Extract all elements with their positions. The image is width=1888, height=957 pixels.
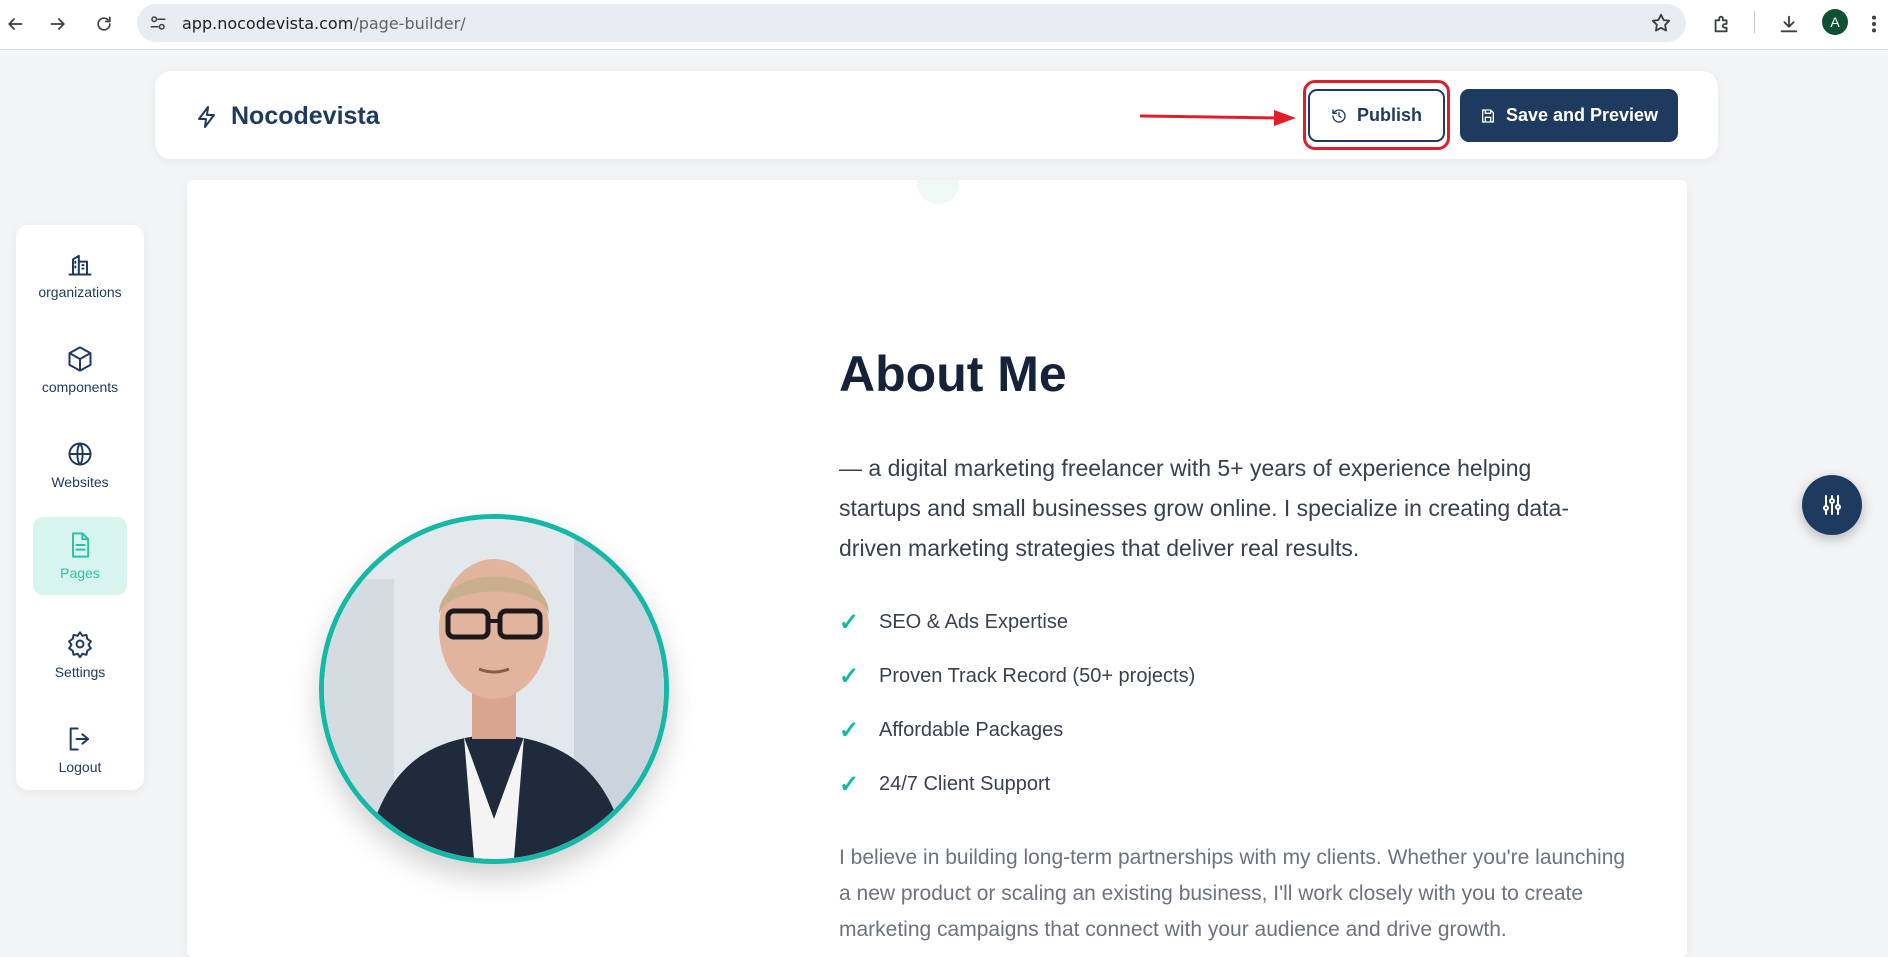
about-title: About Me — [839, 346, 1067, 402]
cube-icon — [68, 346, 92, 372]
download-icon — [1780, 15, 1798, 33]
drop-indicator — [917, 180, 959, 204]
brand[interactable]: Nocodevista — [195, 102, 380, 131]
profile-photo[interactable] — [319, 514, 669, 864]
profile-avatar[interactable]: A — [1822, 9, 1848, 35]
menu-button[interactable] — [1862, 9, 1886, 39]
feature-text: SEO & Ads Expertise — [879, 611, 1068, 633]
feature-text: Proven Track Record (50+ projects) — [879, 665, 1196, 687]
check-icon: ✓ — [839, 771, 860, 798]
sidebar-item-websites[interactable]: Websites — [33, 426, 127, 504]
site-settings-icon[interactable] — [149, 14, 167, 32]
annotation-arrow — [1139, 110, 1296, 126]
sidebar-item-logout[interactable]: Logout — [33, 711, 127, 789]
history-icon — [1332, 108, 1346, 123]
sidebar-item-label: components — [41, 379, 119, 395]
sidebar-item-components[interactable]: components — [33, 331, 127, 409]
about-body: I believe in building long-term partners… — [839, 846, 1626, 941]
sidebar-item-label: organizations — [38, 284, 122, 300]
building-icon — [68, 254, 92, 276]
brand-name: Nocodevista — [231, 102, 380, 130]
sidebar-item-label: Logout — [58, 759, 102, 775]
sidebar-item-settings[interactable]: Settings — [33, 616, 127, 694]
lightning-icon — [198, 105, 215, 128]
save-icon — [1481, 108, 1494, 123]
sidebar-item-organizations[interactable]: organizations — [33, 236, 127, 314]
browser-toolbar: app.nocodevista.com/page-builder/ A — [0, 0, 1888, 50]
extensions-button[interactable] — [1707, 9, 1737, 39]
publish-label: Publish — [1356, 105, 1422, 125]
bookmark-star-icon[interactable] — [1650, 12, 1672, 34]
feature-item: ✓ SEO & Ads Expertise — [839, 608, 1068, 637]
back-arrow-icon — [8, 18, 23, 30]
reload-button[interactable] — [89, 9, 119, 39]
gear-icon — [68, 631, 92, 658]
forward-arrow-icon — [50, 18, 65, 30]
sidebar-item-pages[interactable]: Pages — [33, 517, 127, 595]
check-icon: ✓ — [839, 663, 860, 690]
feature-item: ✓ Affordable Packages — [839, 716, 1063, 745]
feature-text: Affordable Packages — [879, 719, 1064, 741]
sidebar: organizations components Websites Pages … — [16, 225, 144, 790]
sidebar-item-label: Websites — [51, 474, 109, 490]
address-bar[interactable]: app.nocodevista.com/page-builder/ — [137, 4, 1686, 42]
globe-icon — [68, 442, 92, 466]
back-button[interactable] — [0, 9, 30, 39]
check-icon: ✓ — [839, 609, 860, 636]
portrait-illustration — [324, 519, 664, 859]
save-label: Save and Preview — [1505, 105, 1659, 125]
page-icon — [72, 532, 90, 558]
sidebar-item-label: Settings — [54, 664, 106, 680]
url-text: app.nocodevista.com/page-builder/ — [182, 14, 466, 33]
logout-icon — [69, 727, 90, 751]
about-lead: — a digital marketing freelancer with 5+… — [839, 455, 1569, 561]
toolbar-divider — [1754, 11, 1755, 33]
customize-button[interactable] — [1802, 475, 1862, 535]
downloads-button[interactable] — [1774, 9, 1804, 39]
sliders-icon — [1823, 495, 1841, 515]
sidebar-item-label: Pages — [60, 565, 100, 581]
feature-item: ✓ 24/7 Client Support — [839, 770, 1050, 799]
reload-icon — [97, 16, 111, 31]
save-and-preview-button[interactable]: Save and Preview — [1460, 89, 1678, 142]
feature-text: 24/7 Client Support — [879, 773, 1051, 795]
kebab-menu-icon — [1871, 15, 1877, 33]
publish-button[interactable]: Publish — [1308, 89, 1445, 142]
forward-button[interactable] — [43, 9, 73, 39]
puzzle-icon — [1714, 15, 1728, 33]
feature-item: ✓ Proven Track Record (50+ projects) — [839, 662, 1195, 691]
check-icon: ✓ — [839, 717, 860, 744]
page-canvas[interactable]: About Me — a digital marketing freelance… — [187, 180, 1687, 957]
